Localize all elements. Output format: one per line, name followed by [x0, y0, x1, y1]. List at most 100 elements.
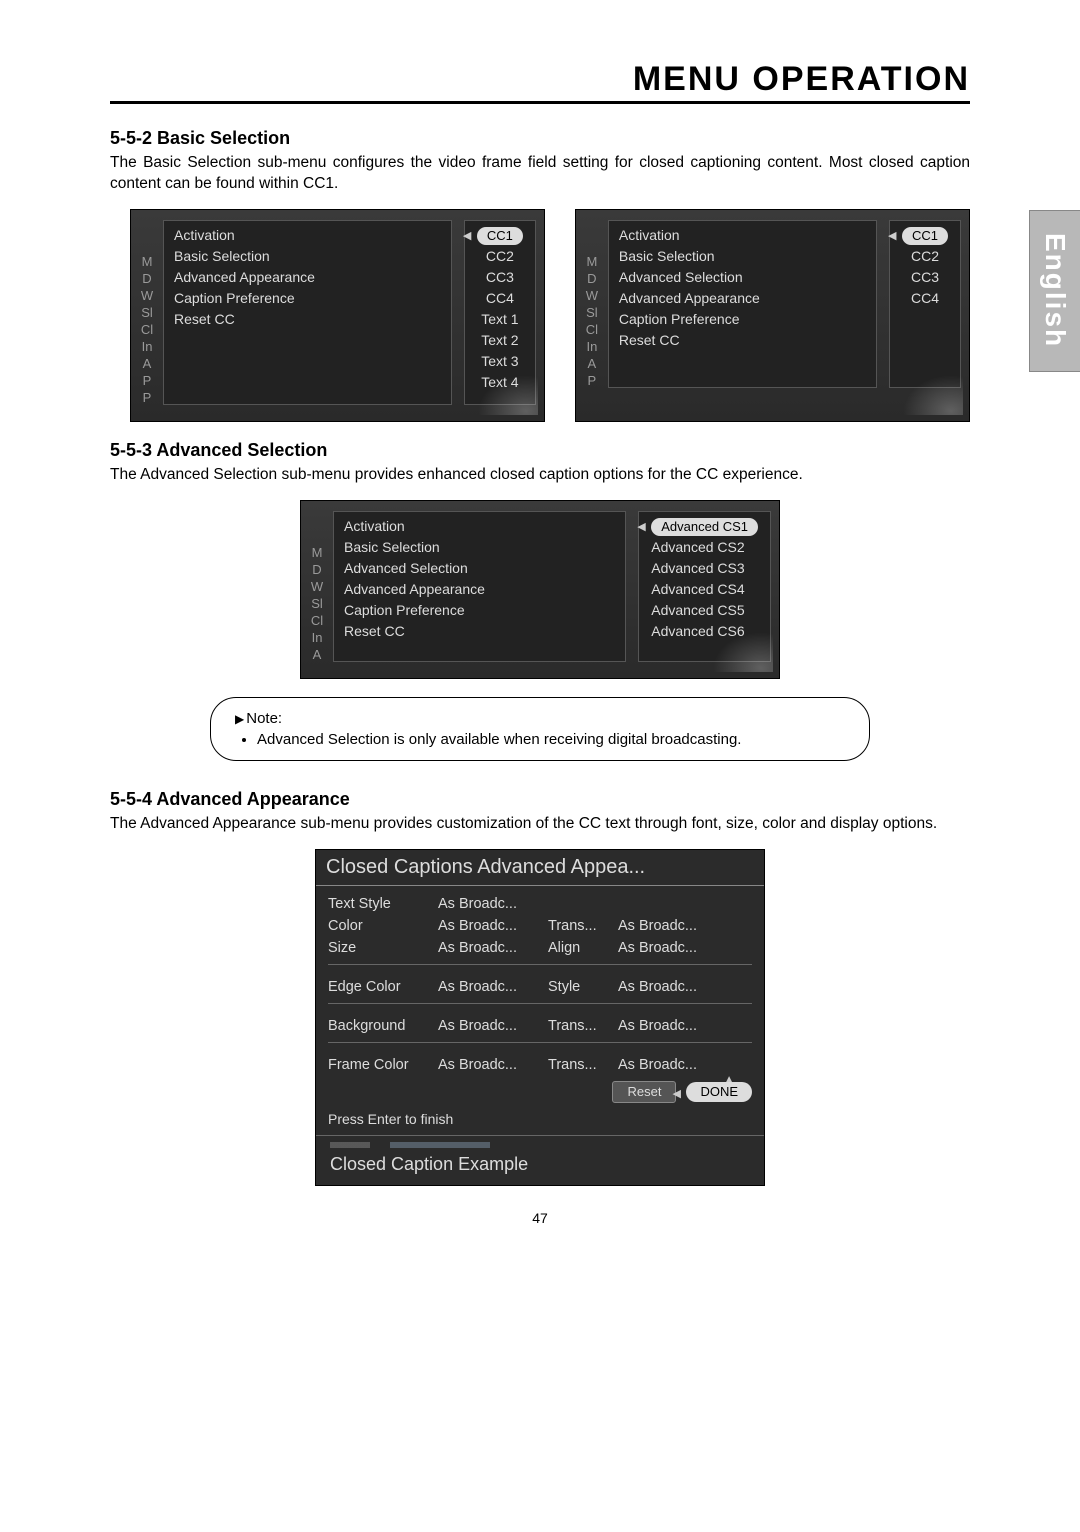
- table-cell: Background: [328, 1018, 438, 1034]
- list-item: Reset CC: [174, 309, 441, 330]
- table-cell: Trans...: [548, 1057, 618, 1073]
- osd-advanced-selection: MDWSlClInA ActivationBasic SelectionAdva…: [300, 500, 780, 679]
- table-cell: As Broadc...: [438, 1018, 548, 1034]
- table-cell: Text Style: [328, 896, 438, 912]
- language-tab-label: English: [1039, 233, 1071, 348]
- list-item: Advanced Selection: [619, 267, 866, 288]
- table-cell: As Broadc...: [618, 1018, 728, 1034]
- table-cell: Edge Color: [328, 979, 438, 995]
- list-item: Advanced CS6: [651, 621, 758, 642]
- table-cell: Trans...: [548, 1018, 618, 1034]
- list-item: Cl: [141, 322, 153, 337]
- done-button[interactable]: DONE: [686, 1082, 752, 1102]
- list-item: Cl: [586, 322, 598, 337]
- list-item: D: [142, 271, 151, 286]
- language-tab: English: [1029, 210, 1080, 372]
- list-item: CC3: [477, 267, 523, 288]
- list-item: W: [586, 288, 598, 303]
- list-item: Advanced Appearance: [344, 579, 615, 600]
- list-item: Advanced Appearance: [174, 267, 441, 288]
- list-item: Caption Preference: [344, 600, 615, 621]
- list-item: CC3: [902, 267, 948, 288]
- osd-value-list: Advanced CS1 Advanced CS2Advanced CS3Adv…: [638, 511, 771, 662]
- note-lead: Note:: [235, 710, 282, 727]
- section-554-body: The Advanced Appearance sub-menu provide…: [110, 814, 970, 835]
- list-item: A: [588, 356, 597, 371]
- reset-button[interactable]: Reset: [612, 1081, 676, 1103]
- table-cell: Style: [548, 979, 618, 995]
- table-cell: Align: [548, 940, 618, 956]
- table-cell: As Broadc...: [438, 979, 548, 995]
- list-item: Text 1: [477, 309, 523, 330]
- list-item: A: [313, 647, 322, 662]
- table-cell: As Broadc...: [618, 940, 728, 956]
- osd-basic-left: MDWSlClInAPP ActivationBasic SelectionAd…: [130, 209, 545, 422]
- list-item: CC4: [902, 288, 948, 309]
- list-item: Sl: [586, 305, 598, 320]
- list-item: W: [311, 579, 323, 594]
- list-item: Basic Selection: [619, 246, 866, 267]
- list-item: Sl: [311, 596, 323, 611]
- list-item: Reset CC: [619, 330, 866, 351]
- osd-advanced-appearance: Closed Captions Advanced Appea... Text S…: [315, 849, 765, 1186]
- osd-menu-list: ActivationBasic SelectionAdvanced Select…: [608, 220, 877, 388]
- list-item: CC4: [477, 288, 523, 309]
- list-item: M: [586, 254, 597, 269]
- table-cell: As Broadc...: [438, 940, 548, 956]
- page-number: 47: [110, 1210, 970, 1226]
- osd-selected-value[interactable]: Advanced CS1: [651, 518, 758, 536]
- appearance-hint: Press Enter to finish: [316, 1109, 764, 1135]
- list-item: Caption Preference: [174, 288, 441, 309]
- table-cell: [548, 896, 618, 912]
- list-item: W: [141, 288, 153, 303]
- list-item: Text 3: [477, 351, 523, 372]
- list-item: CC2: [902, 246, 948, 267]
- caption-example: Closed Caption Example: [316, 1135, 764, 1185]
- osd-selected-value[interactable]: CC1: [902, 227, 948, 245]
- list-item: P: [143, 373, 152, 388]
- bg-letters: MDWSlClInAP: [584, 220, 600, 388]
- list-item: Basic Selection: [174, 246, 441, 267]
- list-item: M: [312, 545, 323, 560]
- list-item: P: [588, 373, 597, 388]
- section-552-heading: 5-5-2 Basic Selection: [110, 128, 970, 149]
- osd-selected-value[interactable]: CC1: [477, 227, 523, 245]
- list-item: Advanced Appearance: [619, 288, 866, 309]
- list-item: Activation: [619, 225, 866, 246]
- table-cell: [618, 896, 728, 912]
- appearance-title: Closed Captions Advanced Appea...: [316, 850, 764, 886]
- section-553-body: The Advanced Selection sub-menu provides…: [110, 465, 970, 486]
- list-item: Advanced Selection: [344, 558, 615, 579]
- section-552-body: The Basic Selection sub-menu configures …: [110, 153, 970, 195]
- table-cell: Trans...: [548, 918, 618, 934]
- osd-value-list: CC1 CC2CC3CC4: [889, 220, 961, 388]
- list-item: Cl: [311, 613, 323, 628]
- section-553-heading: 5-5-3 Advanced Selection: [110, 440, 970, 461]
- bg-letters: MDWSlClInAPP: [139, 220, 155, 405]
- list-item: In: [142, 339, 153, 354]
- table-cell: As Broadc...: [438, 1057, 548, 1073]
- note-box: Note: Advanced Selection is only availab…: [210, 697, 870, 761]
- table-cell: Frame Color: [328, 1057, 438, 1073]
- osd-menu-list: ActivationBasic SelectionAdvanced Appear…: [163, 220, 452, 405]
- page-title: MENU OPERATION: [110, 60, 970, 104]
- list-item: Text 2: [477, 330, 523, 351]
- list-item: Advanced CS4: [651, 579, 758, 600]
- list-item: Caption Preference: [619, 309, 866, 330]
- list-item: CC2: [477, 246, 523, 267]
- table-cell: As Broadc...: [618, 979, 728, 995]
- table-cell: As Broadc...: [618, 1057, 728, 1073]
- list-item: Text 4: [477, 372, 523, 393]
- list-item: M: [142, 254, 153, 269]
- list-item: Activation: [344, 516, 615, 537]
- list-item: Advanced CS2: [651, 537, 758, 558]
- list-item: D: [312, 562, 321, 577]
- bg-letters: MDWSlClInA: [309, 511, 325, 662]
- table-cell: Color: [328, 918, 438, 934]
- table-cell: As Broadc...: [438, 918, 548, 934]
- list-item: In: [586, 339, 597, 354]
- list-item: Activation: [174, 225, 441, 246]
- list-item: Basic Selection: [344, 537, 615, 558]
- table-cell: Size: [328, 940, 438, 956]
- list-item: Reset CC: [344, 621, 615, 642]
